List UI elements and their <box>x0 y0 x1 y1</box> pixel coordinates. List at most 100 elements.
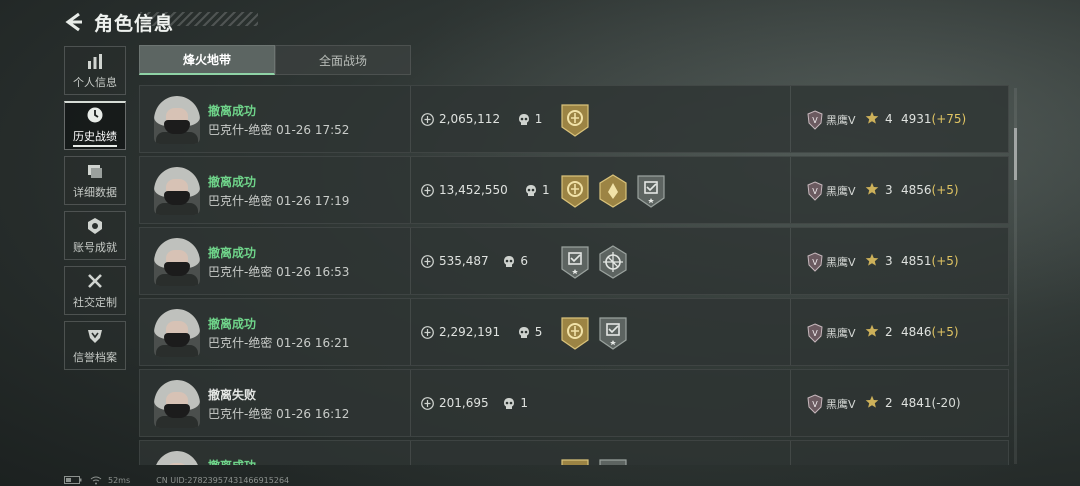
rank-score: 4851(+5) <box>901 254 959 268</box>
skull-icon <box>504 398 515 409</box>
gray-crosshair-badge-icon[interactable] <box>598 245 628 279</box>
svg-text:V: V <box>812 187 818 196</box>
star-icon <box>865 182 879 195</box>
sidebar-item-label: 信誉档案 <box>73 350 117 364</box>
star-icon <box>865 111 879 124</box>
loot-value: 2,065,112 <box>439 112 501 126</box>
rank-name: 黑鹰V <box>826 185 856 198</box>
match-row[interactable]: 撤离失败 巴克什-绝密 01-26 16:12 201,695 1 V 黑鹰V … <box>139 369 1009 437</box>
match-time: 01-26 16:21 <box>276 336 350 350</box>
skull-icon <box>504 256 515 267</box>
map-and-time: 巴克什-绝密 01-26 17:19 <box>208 192 349 209</box>
divider <box>790 441 791 465</box>
gray-check-badge-icon[interactable] <box>598 458 628 465</box>
rank-emblem-icon: V <box>807 323 823 343</box>
extraction-status: 撤离成功 <box>208 104 257 118</box>
battery-icon <box>64 476 82 484</box>
rank-score: 4931(+75) <box>901 112 966 126</box>
operator-avatar <box>154 309 200 357</box>
kill-count: 1 <box>534 112 543 126</box>
sidebar-item-label: 历史战绩 <box>73 128 117 147</box>
match-history-list[interactable]: 撤离成功 巴克什-绝密 01-26 17:52 2,065,112 1 V 黑鹰… <box>139 85 1009 465</box>
map-name: 巴克什-绝密 <box>208 265 273 279</box>
match-row[interactable]: 撤离成功 巴克什-绝密 01-26 16:53 535,487 6 V 黑鹰V … <box>139 227 1009 295</box>
coin-icon <box>421 326 434 339</box>
rank-emblem-icon: V <box>807 181 823 201</box>
loot-value: 201,695 <box>439 396 489 410</box>
back-arrow-icon[interactable] <box>64 12 84 32</box>
mode-tabs: 烽火地带 全面战场 <box>139 45 411 75</box>
gold-shield-badge-icon[interactable] <box>560 174 590 208</box>
map-and-time: 巴克什-绝密 01-26 16:53 <box>208 263 349 280</box>
divider <box>790 86 791 152</box>
kill-count: 1 <box>520 396 529 410</box>
star-icon <box>865 253 879 266</box>
status-footer: 52ms CN UID:27823957431466915264 <box>64 474 289 486</box>
sidebar-item-achievements[interactable]: 账号成就 <box>64 211 126 260</box>
tab-all-out-war[interactable]: 全面战场 <box>275 45 411 75</box>
score-value: 4841 <box>901 396 932 410</box>
loot-value: 2,292,191 <box>439 325 501 339</box>
score-delta: (-20) <box>931 396 961 410</box>
sidebar-item-reputation[interactable]: 信誉档案 <box>64 321 126 370</box>
divider <box>790 299 791 365</box>
map-name: 巴克什-绝密 <box>208 336 273 350</box>
operator-avatar <box>154 238 200 286</box>
tab-hazard-zone[interactable]: 烽火地带 <box>139 45 275 75</box>
operator-avatar <box>154 451 200 465</box>
sidebar-item-detailed-data[interactable]: 详细数据 <box>64 156 126 205</box>
gold-hexagon-badge-icon[interactable] <box>598 174 628 208</box>
divider <box>790 157 791 223</box>
score-value: 4851 <box>901 254 932 268</box>
rank-stars: 3 <box>885 254 893 268</box>
divider <box>410 370 411 436</box>
coin-icon <box>421 184 434 197</box>
rank-name: 黑鹰V <box>826 114 856 127</box>
svg-text:V: V <box>812 116 818 125</box>
divider <box>410 441 411 465</box>
sidebar-item-match-history[interactable]: 历史战绩 <box>64 101 126 150</box>
clock-icon <box>87 107 103 122</box>
loot-value: 13,452,550 <box>439 183 508 197</box>
loot-value: 535,487 <box>439 254 489 268</box>
score-delta: (+5) <box>931 254 959 268</box>
sidebar-item-social-custom[interactable]: 社交定制 <box>64 266 126 315</box>
gray-check-badge-icon[interactable] <box>560 245 590 279</box>
scrollbar-thumb[interactable] <box>1014 128 1017 180</box>
skull-icon <box>518 327 529 338</box>
rank-stars: 3 <box>885 183 893 197</box>
match-row[interactable]: 撤离成功 巴克什-绝密 01-26 17:52 2,065,112 1 V 黑鹰… <box>139 85 1009 153</box>
match-row[interactable]: 撤离成功 巴克什-绝密 01-26 17:19 13,452,550 1 V 黑… <box>139 156 1009 224</box>
gray-check-badge-icon[interactable] <box>636 174 666 208</box>
match-row[interactable]: 撤离成功 巴克什-绝密 01-26 16:21 2,292,191 5 V 黑鹰… <box>139 298 1009 366</box>
divider <box>410 228 411 294</box>
sidebar-item-personal-info[interactable]: 个人信息 <box>64 46 126 95</box>
extraction-status: 撤离失败 <box>208 388 257 402</box>
gold-shield-badge-icon[interactable] <box>560 458 590 465</box>
extraction-status: 撤离成功 <box>208 317 257 331</box>
gray-check-badge-icon[interactable] <box>598 316 628 350</box>
rank-name: 黑鹰V <box>826 256 856 269</box>
match-time: 01-26 16:53 <box>276 265 350 279</box>
extraction-status: 撤离成功 <box>208 457 256 465</box>
rank-emblem-icon: V <box>807 110 823 130</box>
gold-shield-badge-icon[interactable] <box>560 103 590 137</box>
map-and-time: 巴克什-绝密 01-26 16:21 <box>208 334 349 351</box>
map-and-time: 巴克什-绝密 01-26 17:52 <box>208 121 349 138</box>
coin-icon <box>421 397 434 410</box>
player-uid: CN UID:27823957431466915264 <box>156 475 290 485</box>
bar-chart-icon <box>88 53 102 69</box>
rank-score: 4841(-20) <box>901 396 961 410</box>
divider <box>790 228 791 294</box>
kill-count: 6 <box>520 254 529 268</box>
svg-text:V: V <box>812 258 818 267</box>
extraction-status: 撤离成功 <box>208 175 257 189</box>
match-time: 01-26 16:12 <box>276 407 350 421</box>
sidebar-item-label: 账号成就 <box>73 240 117 254</box>
match-row[interactable]: 撤离成功 <box>139 440 1009 465</box>
cards-icon <box>88 164 102 178</box>
wifi-icon <box>90 476 102 484</box>
score-value: 4931 <box>901 112 932 126</box>
sidebar-item-label: 社交定制 <box>73 295 117 309</box>
gold-shield-badge-icon[interactable] <box>560 316 590 350</box>
